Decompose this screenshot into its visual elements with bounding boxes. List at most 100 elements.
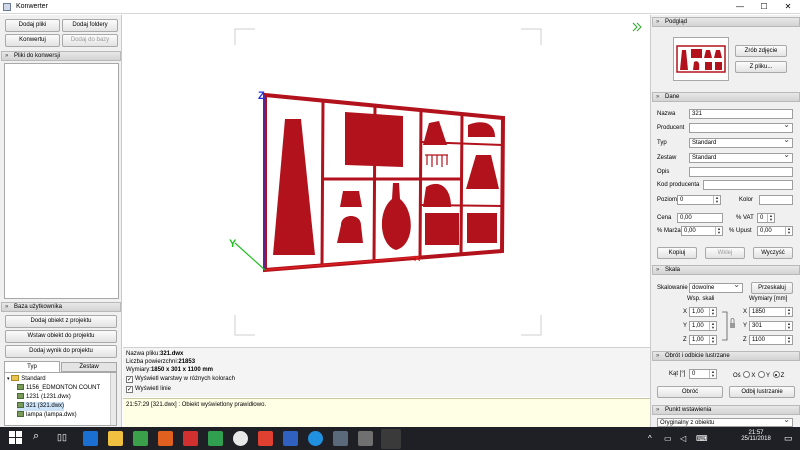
search-icon[interactable]: ⌕ [33, 430, 39, 443]
insert-panel-header[interactable]: » Punkt wstawienia [652, 405, 800, 415]
spin-arrows-icon[interactable]: ▲ ▼ [785, 336, 792, 344]
volume-icon[interactable]: ◁ [680, 434, 686, 443]
lock-ratio-icon[interactable] [721, 309, 737, 343]
producer-code-field[interactable] [703, 180, 793, 190]
app-icon-3[interactable] [208, 431, 223, 446]
tray-chevron-icon[interactable]: ^ [648, 434, 652, 443]
maximize-button[interactable]: ☐ [752, 0, 776, 14]
color-field[interactable] [759, 195, 793, 205]
minimize-button[interactable]: — [728, 0, 752, 14]
app-icon-2[interactable] [183, 431, 198, 446]
desc-field[interactable] [689, 167, 793, 177]
name-field[interactable]: 321 [689, 109, 793, 119]
set-select[interactable]: Standard [689, 153, 793, 163]
dim-x-stepper[interactable]: 1850 ▲ ▼ [749, 307, 793, 317]
recalc-button[interactable]: Przeskaluj [751, 282, 793, 294]
clear-button[interactable]: Wyczyść [753, 247, 793, 259]
spin-arrows-icon[interactable]: ▲ ▼ [785, 308, 792, 316]
files-panel-header[interactable]: » Pliki do konwersji [1, 51, 121, 61]
calculator-icon[interactable] [358, 431, 373, 446]
spin-arrows-icon[interactable]: ▲ ▼ [709, 336, 716, 344]
tree-item[interactable]: 1231 (1231.dwx) [17, 393, 71, 402]
keyboard-icon[interactable]: ⌨ [696, 434, 708, 443]
explorer-icon[interactable] [108, 431, 123, 446]
tab-type[interactable]: Typ [4, 361, 60, 372]
rotate-button[interactable]: Obróć [657, 386, 723, 398]
spin-arrows-icon[interactable]: ▲ ▼ [715, 227, 722, 235]
expand-panel-icon[interactable] [632, 22, 642, 32]
axis-x-radio[interactable] [743, 371, 751, 378]
windows-start-icon[interactable] [9, 431, 23, 445]
add-to-db-button[interactable]: Dodaj do bazy [62, 34, 118, 47]
layers-colors-checkbox[interactable]: ✓ Wyświetl warstwy w różnych kolorach [126, 376, 235, 383]
type-select[interactable]: Standard [689, 138, 793, 148]
3d-viewport[interactable]: Z Y ✕ [123, 15, 650, 347]
type-label: Typ [657, 140, 667, 146]
teamviewer-icon[interactable] [308, 431, 323, 446]
add-result-button[interactable]: Dodaj wynik do projektu [5, 345, 117, 358]
add-object-button[interactable]: Dodaj obiekt z projektu [5, 315, 117, 328]
take-photo-button[interactable]: Zrób zdjęcie [735, 45, 787, 57]
tree-root[interactable]: ▾ Standard [7, 375, 46, 384]
clock[interactable]: 21:57 25/11/2018 [736, 430, 776, 442]
tree-item[interactable]: lampa (lampa.dwx) [17, 411, 77, 420]
spin-arrows-icon[interactable]: ▲ ▼ [785, 227, 792, 235]
level-stepper[interactable]: 0 ▲ ▼ [677, 195, 721, 205]
tree-scrollbar[interactable] [110, 373, 116, 425]
paste-button[interactable]: Wklej [705, 247, 745, 259]
coef-x-stepper[interactable]: 1,00 ▲ ▼ [689, 307, 717, 317]
spin-arrows-icon[interactable]: ▲ ▼ [713, 196, 720, 204]
chrome-icon[interactable] [233, 431, 248, 446]
spin-arrows-icon[interactable]: ▲ ▼ [785, 322, 792, 330]
margin-stepper[interactable]: 0,00 ▲ ▼ [681, 226, 723, 236]
scale-panel-header[interactable]: » Skala [652, 265, 800, 275]
from-file-button[interactable]: Z pliku... [735, 61, 787, 73]
store-icon[interactable] [133, 431, 148, 446]
spin-arrows-icon[interactable]: ▲ ▼ [767, 214, 774, 222]
task-view-icon[interactable]: ▯▯ [57, 432, 67, 443]
add-files-button[interactable]: Dodaj pliki [5, 19, 60, 32]
vat-stepper[interactable]: 0 ▲ ▼ [757, 213, 775, 223]
spin-arrows-icon[interactable]: ▲ ▼ [709, 370, 716, 378]
active-app-icon[interactable] [381, 429, 401, 449]
axis-z-radio[interactable] [772, 371, 780, 378]
dim-z-stepper[interactable]: 1100 ▲ ▼ [749, 335, 793, 345]
rotate-panel-header[interactable]: » Obrót i odbicie lustrzane [652, 351, 800, 361]
edge-browser-icon[interactable] [83, 431, 98, 446]
photos-icon[interactable] [333, 431, 348, 446]
axis-y-radio[interactable] [758, 371, 766, 378]
producer-select[interactable] [689, 123, 793, 133]
app-icon-1[interactable] [158, 431, 173, 446]
db-tree[interactable]: ▾ Standard 1156_EDMONTON COUNT 1231 (123… [4, 372, 117, 426]
angle-stepper[interactable]: 0 ▲ ▼ [689, 369, 717, 379]
spin-arrows-icon[interactable]: ▲ ▼ [709, 322, 716, 330]
scaling-select[interactable]: dowolne [689, 283, 743, 293]
network-icon[interactable]: ▭ [664, 434, 672, 443]
close-button[interactable]: ✕ [776, 0, 800, 14]
tree-item[interactable]: 1156_EDMONTON COUNT [17, 384, 100, 393]
coef-y-stepper[interactable]: 1,00 ▲ ▼ [689, 321, 717, 331]
preview-panel-header[interactable]: » Podgląd [652, 17, 800, 27]
dim-y-stepper[interactable]: 301 ▲ ▼ [749, 321, 793, 331]
discount-stepper[interactable]: 0,00 ▲ ▼ [757, 226, 793, 236]
tree-item-selected[interactable]: 321 (321.dwx) [17, 402, 65, 411]
spin-arrows-icon[interactable]: ▲ ▼ [709, 308, 716, 316]
dims-value: 1850 x 301 x 1100 mm [150, 367, 214, 373]
notifications-icon[interactable]: ▭ [784, 433, 793, 444]
app-icon-4[interactable] [258, 431, 273, 446]
insert-object-button[interactable]: Wstaw obiekt do projektu [5, 330, 117, 343]
db-panel-header[interactable]: » Baza użytkownika [1, 302, 121, 312]
copy-button[interactable]: Kopiuj [657, 247, 697, 259]
vat-value: 0 [760, 215, 764, 221]
coef-z-stepper[interactable]: 1,00 ▲ ▼ [689, 335, 717, 345]
price-field[interactable]: 0,00 [677, 213, 723, 223]
tab-set[interactable]: Zestaw [61, 362, 117, 372]
app-icon-5[interactable] [283, 431, 298, 446]
insert-point-select[interactable]: Oryginalny z obiektu [657, 418, 793, 427]
files-list[interactable] [4, 63, 119, 299]
convert-button[interactable]: Konwertuj [5, 34, 60, 47]
mirror-button[interactable]: Odbij lustrzanie [729, 386, 795, 398]
add-folders-button[interactable]: Dodaj foldery [62, 19, 118, 32]
data-panel-header[interactable]: » Dane [652, 92, 800, 102]
lines-checkbox[interactable]: ✓ Wyświetl linie [126, 386, 171, 393]
